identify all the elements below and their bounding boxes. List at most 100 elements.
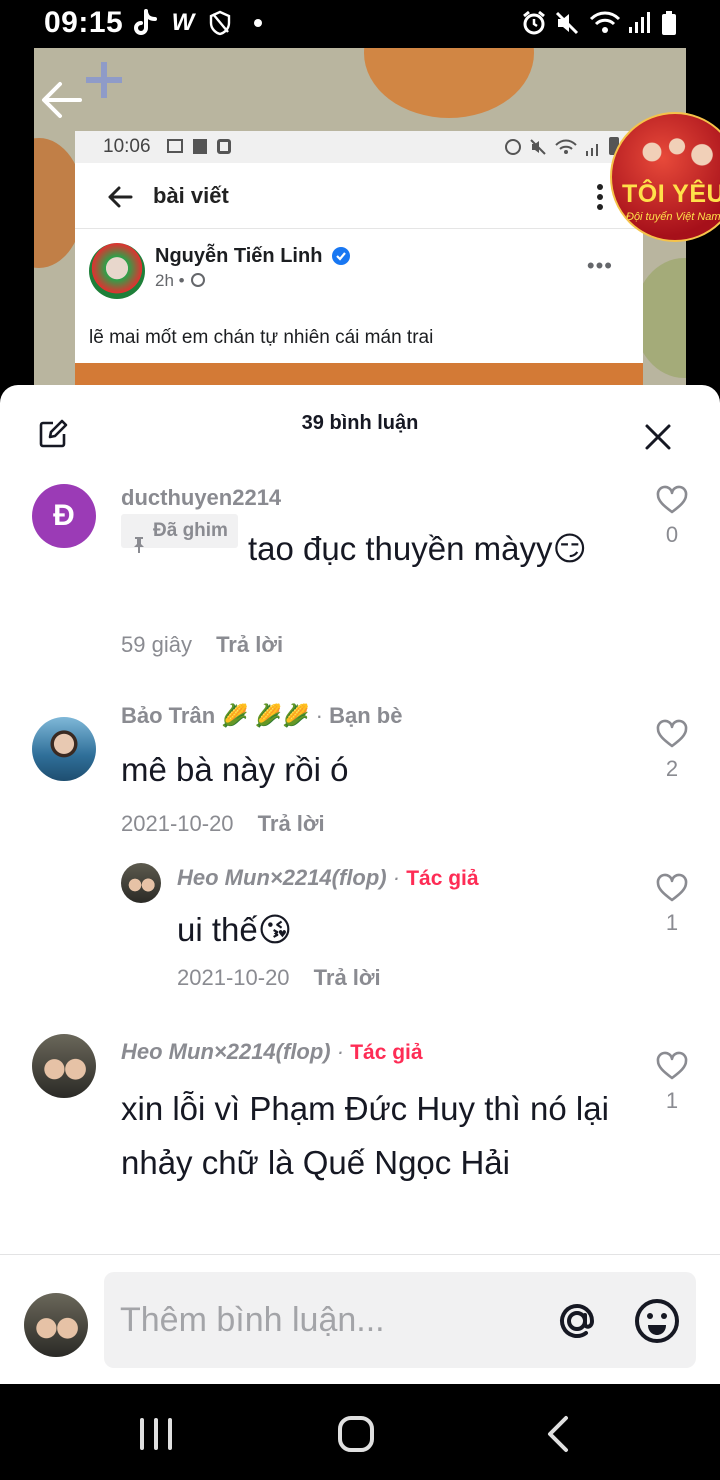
- battery-icon: [658, 9, 680, 37]
- like-button[interactable]: 1: [652, 1051, 692, 1114]
- embedded-status-time: 10:06: [103, 136, 151, 157]
- shield-icon: [206, 9, 234, 37]
- w-app-icon: W: [171, 9, 195, 36]
- wifi-icon: [555, 139, 577, 155]
- alarm-icon: [505, 139, 521, 155]
- wifi-icon: [588, 9, 622, 37]
- friend-tag: Bạn bè: [329, 703, 403, 728]
- app-icon: [217, 139, 231, 154]
- heart-icon: [656, 485, 688, 514]
- like-count: 1: [665, 910, 679, 935]
- notification-dot: [254, 19, 262, 27]
- heart-icon: [656, 873, 688, 902]
- alarm-icon: [520, 9, 548, 37]
- signal-icon: [585, 140, 601, 156]
- status-time: 09:15: [44, 6, 124, 39]
- avatar[interactable]: [32, 717, 96, 781]
- comments-list[interactable]: Đ ducthuyen2214 Đã ghim tao đục thuyền m…: [0, 469, 720, 1255]
- planet-decoration: [364, 48, 534, 118]
- team-photo: [622, 124, 720, 180]
- comments-sheet: 39 bình luận Đ ducthuyen2214 Đã ghim tao…: [0, 385, 720, 1384]
- author-tag: Tác giả: [350, 1041, 423, 1064]
- comment-time: 2021-10-20: [121, 811, 234, 836]
- more-vertical-icon: [597, 183, 603, 211]
- video-player[interactable]: 10:06 bài viết Nguyễn Tiến Linh 2h • •••…: [0, 48, 720, 393]
- like-button[interactable]: 0: [652, 485, 692, 548]
- author-tag: Tác giả: [406, 867, 479, 890]
- back-arrow-icon: [107, 185, 133, 209]
- avatar[interactable]: [121, 863, 161, 903]
- comments-count-title: 39 bình luận: [301, 412, 419, 434]
- embedded-status-bar: 10:06: [75, 131, 643, 163]
- like-count: 2: [665, 756, 679, 781]
- close-icon[interactable]: [644, 423, 672, 451]
- comment-body: tao đục thuyền màyy😏: [247, 530, 587, 567]
- comment-time: 2021-10-20: [177, 965, 290, 990]
- like-button[interactable]: 1: [652, 873, 692, 936]
- mute-icon: [554, 9, 580, 37]
- more-horizontal-icon: •••: [586, 253, 613, 278]
- comment-item: Heo Mun×2214(flop) · Tác giả xin lỗi vì …: [0, 1029, 720, 1255]
- reply-button[interactable]: Trả lời: [258, 811, 325, 836]
- globe-icon: [191, 273, 206, 287]
- username-text: Heo Mun×2214(flop): [177, 865, 387, 890]
- badge-subtitle: Đội tuyển Việt Nam: [626, 211, 720, 223]
- comment-text: mê bà này rồi ó: [121, 751, 349, 788]
- comment-item: Đ ducthuyen2214 Đã ghim tao đục thuyền m…: [0, 469, 720, 699]
- avatar: [24, 1293, 88, 1357]
- post-time: 2h •: [155, 271, 206, 291]
- heart-icon: [656, 719, 688, 748]
- pinned-label: Đã ghim: [153, 520, 228, 541]
- signal-icon: [626, 9, 652, 37]
- embedded-header-title: bài viết: [153, 183, 229, 208]
- comment-input-bar: [0, 1255, 720, 1384]
- comment-meta: 2021-10-20 Trả lời: [177, 965, 381, 991]
- mute-icon: [530, 139, 546, 155]
- status-bar: 09:15 W: [0, 0, 720, 48]
- comment-meta: 2021-10-20 Trả lời: [121, 811, 325, 837]
- facebook-icon: [193, 139, 207, 154]
- comment-text: ui thế😘: [177, 911, 293, 948]
- comment-input-box[interactable]: [104, 1272, 696, 1368]
- pinned-badge: Đã ghim: [121, 514, 238, 553]
- avatar[interactable]: Đ: [32, 484, 96, 548]
- heart-icon: [656, 1051, 688, 1080]
- username-text: Heo Mun×2214(flop): [121, 1039, 331, 1064]
- back-arrow-icon[interactable]: [40, 78, 84, 122]
- gallery-icon: [167, 139, 183, 153]
- avatar-letter: Đ: [53, 499, 75, 532]
- avatar[interactable]: [32, 1034, 96, 1098]
- channel-badge: TÔI YÊU Đội tuyển Việt Nam: [610, 112, 720, 242]
- username-text: Bảo Trân 🌽 🌽🌽: [121, 703, 310, 728]
- reply-button[interactable]: Trả lời: [216, 632, 283, 657]
- author-avatar: [89, 243, 145, 299]
- system-nav-bar: [0, 1384, 720, 1480]
- comment-meta: 59 giây Trả lời: [121, 632, 283, 658]
- pin-icon: [131, 522, 147, 553]
- embedded-post-body: Nguyễn Tiến Linh 2h • ••• lẽ mai mốt em …: [75, 231, 643, 351]
- comment-username[interactable]: Bảo Trân 🌽 🌽🌽 · Bạn bè: [121, 703, 402, 729]
- comment-text: Đã ghim tao đục thuyền màyy😏: [121, 514, 621, 576]
- like-button[interactable]: 2: [652, 719, 692, 782]
- sheet-header: 39 bình luận: [0, 385, 720, 469]
- embedded-post-screenshot: 10:06 bài viết Nguyễn Tiến Linh 2h • •••…: [75, 131, 643, 363]
- author-name: Nguyễn Tiến Linh: [155, 245, 323, 267]
- verified-badge-icon: [332, 247, 350, 265]
- badge-title: TÔI YÊU: [622, 180, 720, 208]
- mention-icon[interactable]: [552, 1296, 602, 1346]
- back-icon[interactable]: [536, 1412, 580, 1456]
- comment-username[interactable]: Heo Mun×2214(flop) · Tác giả: [121, 1039, 423, 1065]
- comment-time: 59 giây: [121, 632, 192, 657]
- comment-item: Bảo Trân 🌽 🌽🌽 · Bạn bè mê bà này rồi ó 2…: [0, 699, 720, 859]
- tiktok-icon: [130, 9, 160, 37]
- comment-username[interactable]: Heo Mun×2214(flop) · Tác giả: [177, 865, 479, 891]
- like-count: 0: [665, 522, 679, 547]
- comment-input[interactable]: [120, 1292, 540, 1348]
- home-icon[interactable]: [334, 1412, 378, 1456]
- emoji-icon[interactable]: [632, 1296, 682, 1346]
- reply-item: Heo Mun×2214(flop) · Tác giả ui thế😘 202…: [0, 859, 720, 1029]
- reply-button[interactable]: Trả lời: [314, 965, 381, 990]
- embedded-header: bài viết: [75, 163, 643, 229]
- recent-apps-icon[interactable]: [134, 1412, 178, 1456]
- post-text: lẽ mai mốt em chán tự nhiên cái mán trai: [89, 327, 434, 348]
